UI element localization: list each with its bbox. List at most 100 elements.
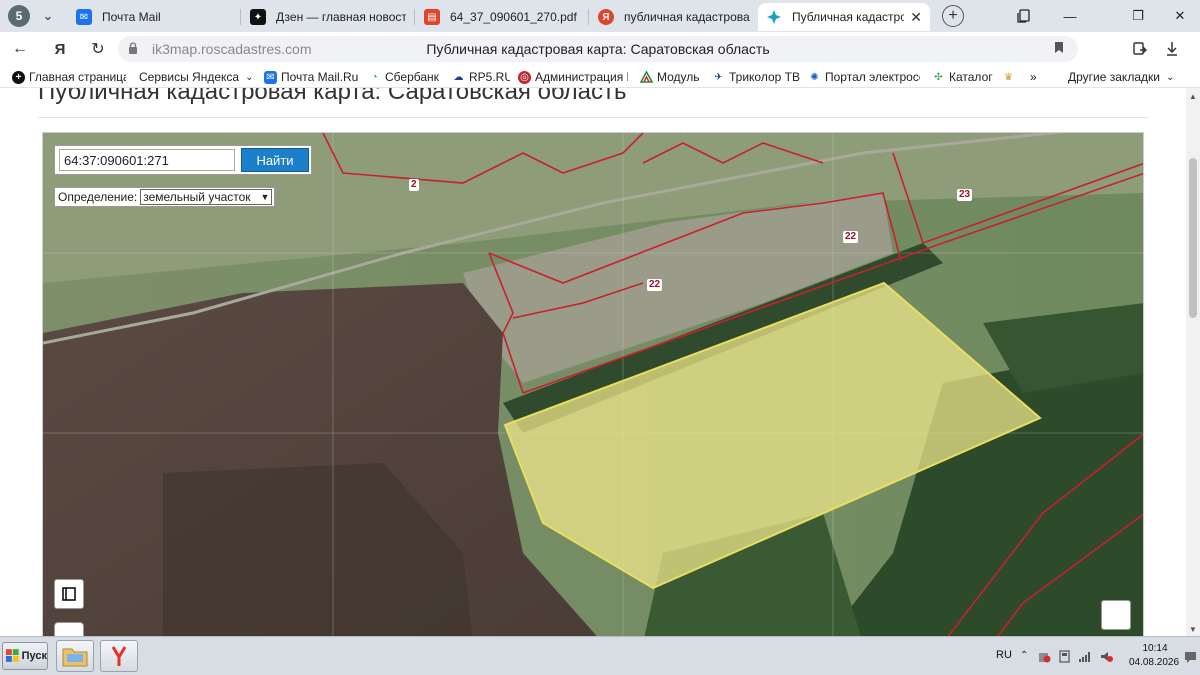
bookmark-label: Сбербанк bbox=[385, 70, 439, 84]
address-bar[interactable]: ik3map.roscadastres.com Публичная кадаст… bbox=[118, 36, 1078, 62]
bookmark-rp5[interactable]: ☁ RP5.RU bbox=[452, 69, 511, 85]
bookmark-label: RP5.RU bbox=[469, 70, 510, 84]
tab-manager-icon[interactable] bbox=[1004, 4, 1044, 28]
web-page: Публичная кадастровая карта: Саратовская… bbox=[0, 88, 1200, 636]
definition-selected-value: земельный участок bbox=[143, 190, 251, 204]
bookmark-emblem[interactable]: ♛ bbox=[1002, 69, 1018, 85]
layers-icon bbox=[62, 587, 76, 601]
other-bookmarks-label: Другие закладки bbox=[1068, 70, 1160, 84]
plot-label[interactable]: 22 bbox=[647, 279, 663, 291]
scroll-down-icon[interactable]: ▼ bbox=[1189, 625, 1197, 634]
scroll-up-icon[interactable]: ▲ bbox=[1189, 92, 1197, 101]
collections-icon[interactable] bbox=[1128, 37, 1152, 61]
bookmark-label: Сервисы Яндекса bbox=[139, 70, 240, 84]
notification-icon[interactable] bbox=[1184, 650, 1197, 663]
yandex-browser-icon bbox=[111, 646, 127, 666]
bookmark-main-page[interactable]: + Главная страница bbox=[12, 69, 126, 85]
definition-panel: Определение: земельный участок ▼ bbox=[54, 187, 276, 207]
tab-title: Дзен — главная новостн bbox=[276, 10, 406, 24]
zoom-control[interactable] bbox=[54, 622, 84, 636]
restore-icon[interactable]: ❐ bbox=[1118, 4, 1158, 28]
yandex-icon: Я bbox=[598, 9, 614, 25]
cadastral-number-input[interactable] bbox=[59, 149, 235, 171]
more-bookmarks-icon[interactable]: » bbox=[1030, 69, 1044, 85]
search-button[interactable]: Найти bbox=[241, 148, 309, 172]
tab-dzen[interactable]: ✦ Дзен — главная новостн bbox=[242, 3, 414, 31]
bookmark-label: Модуль bbox=[657, 70, 700, 84]
tab-close-icon[interactable]: ✕ bbox=[910, 9, 922, 26]
other-bookmarks[interactable]: Другие закладки ⌄ bbox=[1068, 69, 1180, 85]
windows-logo-icon bbox=[6, 649, 19, 662]
chevron-down-icon: ⌄ bbox=[1165, 71, 1175, 83]
minimize-icon[interactable]: — bbox=[1050, 4, 1090, 28]
dzen-icon: ✦ bbox=[250, 9, 266, 25]
bookmark-portal[interactable]: ✺ Портал электросе bbox=[808, 69, 920, 85]
bookmark-label: Каталог bbox=[949, 70, 993, 84]
bookmarks-bar: + Главная страница Сервисы Яндекса ⌄ ✉ П… bbox=[0, 66, 1200, 88]
downloads-icon[interactable] bbox=[1160, 37, 1184, 61]
tab-title: 64_37_090601_270.pdf bbox=[450, 10, 577, 24]
modul-icon bbox=[640, 71, 653, 84]
reload-icon[interactable]: ↻ bbox=[86, 37, 110, 61]
definition-select[interactable]: земельный участок ▼ bbox=[140, 189, 273, 205]
start-label: Пуск bbox=[21, 650, 47, 662]
heading-divider bbox=[38, 117, 1148, 118]
back-arrow-icon[interactable]: ← bbox=[8, 37, 32, 61]
bookmark-icon[interactable] bbox=[1054, 41, 1064, 57]
bookmark-label: Триколор ТВ bbox=[729, 70, 800, 84]
start-button[interactable]: Пуск bbox=[2, 642, 48, 670]
tray-expand-icon[interactable]: ⌃ bbox=[1020, 650, 1033, 663]
omnibox-page-title: Публичная кадастровая карта: Саратовская… bbox=[426, 41, 770, 57]
volume-muted-icon[interactable] bbox=[1100, 650, 1113, 663]
bookmark-mail-ru[interactable]: ✉ Почта Mail.Ru bbox=[264, 69, 358, 85]
more-bookmarks-label: » bbox=[1030, 70, 1037, 84]
clock-time[interactable]: 10:14 bbox=[1130, 643, 1180, 654]
tricolor-icon: ✈ bbox=[714, 71, 723, 83]
file-explorer-task[interactable] bbox=[56, 640, 94, 672]
tab-cadastral-map[interactable]: Публичная кадастрова ✕ bbox=[758, 3, 930, 31]
new-tab-plus-icon[interactable]: + bbox=[942, 5, 964, 27]
network-status-icon[interactable] bbox=[1038, 650, 1051, 663]
layers-button[interactable] bbox=[54, 579, 84, 609]
bookmark-catalog[interactable]: ✣ Каталог bbox=[932, 69, 996, 85]
tab-pdf[interactable]: ▤ 64_37_090601_270.pdf bbox=[416, 3, 588, 31]
tab-bar: 5 ⌄ ✉ Почта Mail ✦ Дзен — главная новост… bbox=[0, 0, 1200, 32]
bookmark-label: Администрация Ц bbox=[535, 70, 628, 84]
cadastral-map[interactable]: 2 22 22 23 Найти Определение: земельный … bbox=[42, 132, 1144, 636]
yandex-browser-task[interactable] bbox=[100, 640, 138, 672]
close-window-icon[interactable]: ✕ bbox=[1160, 4, 1200, 28]
device-icon[interactable] bbox=[1058, 650, 1071, 663]
chevron-down-icon: ⌄ bbox=[245, 71, 254, 83]
yandex-logo-icon[interactable]: Я bbox=[48, 37, 72, 61]
bookmark-modul[interactable]: Модуль bbox=[640, 69, 704, 85]
bookmark-tricolor[interactable]: ✈ Триколор ТВ bbox=[712, 69, 800, 85]
bookmark-sberbank[interactable]: ◔ Сбербанк bbox=[368, 69, 440, 85]
plot-label[interactable]: 23 bbox=[957, 189, 973, 201]
definition-label: Определение: bbox=[58, 190, 138, 204]
mail-icon: ✉ bbox=[76, 9, 92, 25]
dropdown-arrow-icon: ▼ bbox=[260, 192, 270, 202]
page-scrollbar[interactable]: ▲ ▼ bbox=[1186, 88, 1200, 636]
clock-date[interactable]: 04.08.2026 bbox=[1124, 657, 1184, 668]
admin-icon: ◎ bbox=[518, 70, 531, 84]
profile-button[interactable]: 5 bbox=[8, 5, 30, 27]
cadastral-map-icon bbox=[766, 9, 782, 25]
map-satellite-layer[interactable] bbox=[43, 133, 1144, 636]
signal-icon[interactable] bbox=[1078, 650, 1091, 663]
tab-title: публичная кадастровая к bbox=[624, 10, 750, 24]
rp5-icon: ☁ bbox=[453, 71, 464, 83]
plot-label[interactable]: 2 bbox=[409, 179, 419, 191]
tab-mail[interactable]: ✉ Почта Mail bbox=[68, 3, 240, 31]
search-panel: Найти bbox=[54, 145, 312, 175]
tab-title: Почта Mail bbox=[102, 10, 161, 24]
tabs-menu-chevron-icon[interactable]: ⌄ bbox=[36, 4, 60, 28]
bookmark-administration[interactable]: ◎ Администрация Ц bbox=[518, 69, 628, 85]
catalog-icon: ✣ bbox=[934, 71, 943, 83]
bookmark-yandex-services[interactable]: Сервисы Яндекса ⌄ bbox=[139, 69, 255, 85]
pdf-icon: ▤ bbox=[424, 9, 440, 25]
tab-yandex-search[interactable]: Я публичная кадастровая к bbox=[590, 3, 758, 31]
plot-label[interactable]: 22 bbox=[843, 231, 859, 243]
scroll-thumb[interactable] bbox=[1189, 158, 1197, 318]
language-indicator[interactable]: RU bbox=[996, 649, 1012, 661]
fullscreen-button[interactable] bbox=[1101, 600, 1131, 630]
